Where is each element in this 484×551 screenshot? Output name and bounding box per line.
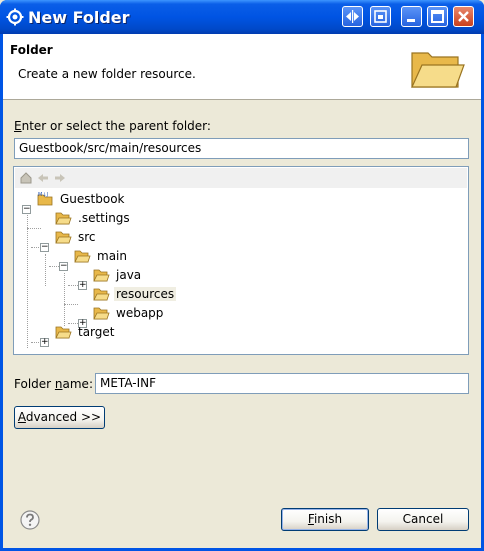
home-icon[interactable] — [19, 171, 33, 185]
large-folder-icon — [411, 52, 465, 88]
folder-open-icon — [55, 231, 72, 244]
maximize-button[interactable] — [427, 6, 448, 27]
folder-name-label: Folder name: — [14, 377, 93, 391]
page-description: Create a new folder resource. — [18, 67, 196, 81]
parent-folder-label: Enter or select the parent folder: — [14, 119, 211, 133]
tree-line — [45, 254, 46, 286]
tree-line — [27, 228, 41, 229]
folder-icon — [55, 326, 72, 339]
label-text: nter or select the parent folder: — [21, 119, 211, 133]
wizard-header: Folder Create a new folder resource. — [3, 34, 481, 100]
tree-item-guestbook[interactable]: M↓J Guestbook — [37, 190, 127, 208]
mnemonic-n: n — [54, 377, 63, 391]
tree-item-webapp[interactable]: webapp — [93, 304, 165, 322]
maven-badge: M↓J — [38, 192, 48, 198]
collapse-toggle[interactable]: − — [22, 205, 31, 214]
tree-line — [68, 285, 78, 286]
double-arrow-icon — [346, 10, 359, 23]
collapse-toggle[interactable]: − — [40, 243, 49, 252]
mnemonic-e: E — [14, 119, 22, 133]
tree-line — [49, 266, 59, 267]
tree-line — [64, 273, 65, 326]
label-text: ame: — [62, 377, 93, 391]
folder-tree[interactable]: − M↓J Guestbook .settings − src − main +… — [13, 166, 469, 355]
maximize-icon — [431, 10, 444, 23]
minimize-button[interactable] — [401, 6, 422, 27]
cancel-button[interactable]: Cancel — [377, 508, 469, 531]
button-label: dvanced >> — [25, 410, 102, 424]
folder-icon — [93, 307, 110, 320]
tree-item-target[interactable]: target — [55, 323, 117, 341]
tree-item-label: target — [78, 325, 115, 339]
page-title: Folder — [10, 43, 53, 57]
tree-item-label: Guestbook — [60, 192, 125, 206]
folder-icon — [55, 212, 72, 225]
folder-icon — [93, 269, 110, 282]
tree-item-java[interactable]: java — [93, 266, 143, 284]
expand-toggle[interactable]: + — [78, 281, 87, 290]
window-title: New Folder — [28, 8, 130, 27]
tree-item-label: java — [116, 268, 142, 282]
resize-toggle-button[interactable] — [342, 6, 363, 27]
dialog-body: Folder Create a new folder resource. Ent… — [3, 34, 481, 548]
tree-item-resources[interactable]: resources — [93, 285, 177, 303]
back-arrow-icon[interactable] — [36, 171, 50, 185]
tree-line — [64, 304, 78, 305]
tree-item-label: webapp — [116, 306, 164, 320]
eclipse-gear-icon — [6, 8, 24, 26]
tree-item-label: .settings — [78, 211, 130, 225]
folder-open-icon — [74, 250, 91, 263]
close-icon — [458, 11, 469, 22]
new-folder-window: New Folder Folder Create a new folder re… — [0, 0, 484, 551]
tree-item-label: src — [78, 230, 96, 244]
button-label: inish — [313, 512, 343, 526]
help-icon[interactable] — [20, 510, 40, 530]
minimize-icon — [407, 19, 415, 22]
mnemonic-a: A — [17, 410, 26, 424]
tree-item-src[interactable]: src — [55, 228, 98, 246]
label-text: Folder — [14, 377, 55, 391]
maven-project-icon: M↓J — [37, 192, 53, 206]
tree-item-main[interactable]: main — [74, 247, 129, 265]
window-menu-icon — [374, 10, 387, 23]
folder-name-input[interactable]: META-INF — [95, 373, 469, 394]
collapse-toggle[interactable]: − — [59, 262, 68, 271]
title-bar[interactable]: New Folder — [0, 0, 484, 34]
tree-item-label: main — [97, 249, 127, 263]
advanced-button[interactable]: Advanced >> — [14, 406, 105, 429]
parent-folder-input[interactable]: Guestbook/src/main/resources — [14, 138, 469, 159]
menu-button[interactable] — [370, 6, 391, 27]
forward-arrow-icon[interactable] — [53, 171, 67, 185]
tree-toolbar — [15, 168, 467, 188]
tree-item-label: resources — [114, 287, 177, 301]
folder-open-icon — [93, 288, 110, 301]
finish-button[interactable]: Finish — [281, 508, 369, 531]
close-button[interactable] — [453, 6, 474, 27]
expand-toggle[interactable]: + — [40, 338, 49, 347]
tree-item-settings[interactable]: .settings — [55, 209, 132, 227]
